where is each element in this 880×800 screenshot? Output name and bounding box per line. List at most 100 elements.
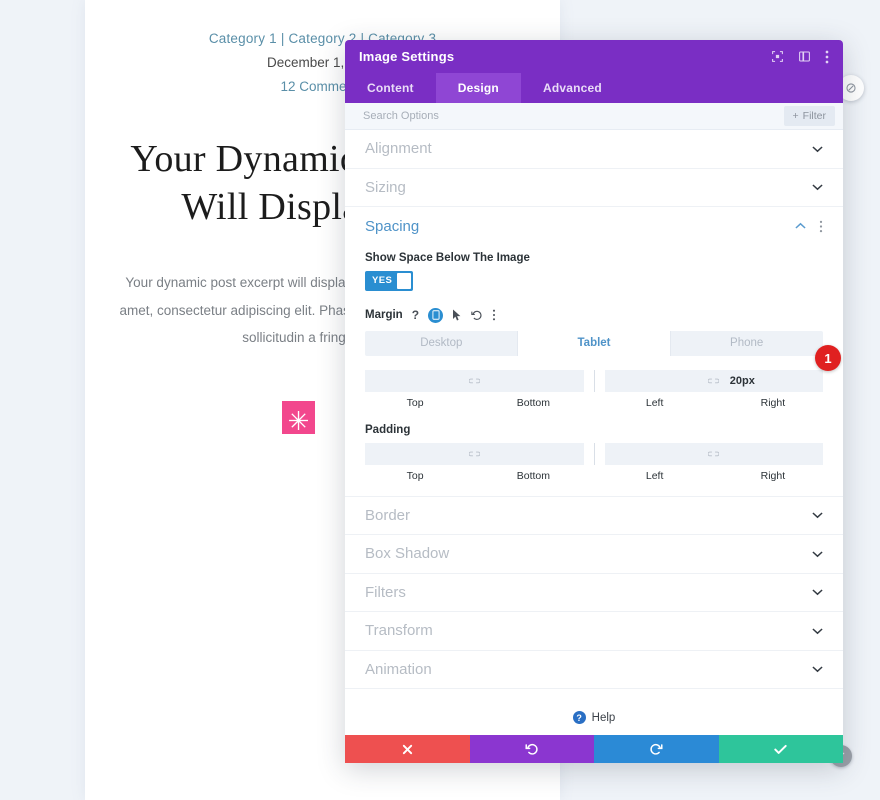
modal-footer — [345, 735, 843, 763]
padding-top-input[interactable] — [365, 442, 466, 465]
section-alignment[interactable]: Alignment — [345, 130, 843, 169]
margin-left-field: Left — [604, 369, 705, 409]
layout-icon[interactable] — [798, 50, 811, 63]
margin-top-field: Top — [365, 369, 466, 409]
section-filters-label: Filters — [365, 583, 406, 601]
padding-control: Padding Top Bottom Left Right — [365, 424, 823, 482]
margin-left-input[interactable] — [604, 369, 705, 392]
section-spacing-label: Spacing — [365, 217, 420, 235]
padding-right-input[interactable] — [722, 442, 823, 465]
padding-inputs-row: Top Bottom Left Right — [365, 442, 823, 482]
margin-left-label: Left — [645, 396, 664, 409]
section-kebab-menu-icon[interactable] — [819, 220, 823, 233]
chevron-down-icon — [812, 511, 823, 519]
help-label: Help — [591, 711, 616, 724]
section-alignment-label: Alignment — [365, 140, 432, 158]
margin-label: Margin — [365, 309, 403, 321]
section-border-label: Border — [365, 506, 411, 524]
asterisk-glyph: ✳ — [287, 405, 310, 436]
link-values-icon[interactable] — [465, 442, 484, 465]
divider — [593, 369, 595, 392]
section-transform[interactable]: Transform — [345, 612, 843, 651]
responsive-tablet-icon[interactable] — [428, 307, 444, 323]
cancel-button[interactable] — [345, 735, 470, 763]
padding-top-label: Top — [406, 469, 424, 482]
link-values-icon[interactable] — [465, 369, 484, 392]
save-button[interactable] — [718, 735, 843, 763]
padding-left-field: Left — [604, 442, 705, 482]
padding-left-right-group: Left Right — [604, 442, 823, 482]
section-box-shadow[interactable]: Box Shadow — [345, 535, 843, 574]
padding-top-bottom-group: Top Bottom — [365, 442, 584, 482]
modal-title: Image Settings — [359, 49, 455, 64]
chevron-down-icon — [812, 627, 823, 635]
margin-bottom-input[interactable] — [483, 369, 584, 392]
chevron-down-icon — [812, 145, 823, 153]
margin-top-bottom-group: Top Bottom — [365, 369, 584, 409]
padding-top-field: Top — [365, 442, 466, 482]
toggle-state-label: YES — [372, 275, 393, 286]
plus-icon: + — [792, 110, 799, 122]
margin-control-header: Margin ? — [365, 307, 823, 323]
reset-icon[interactable] — [471, 309, 483, 321]
filter-button-label: Filter — [802, 110, 826, 122]
margin-right-field: Right — [722, 369, 823, 409]
section-transform-label: Transform — [365, 622, 433, 640]
chevron-down-icon — [812, 183, 823, 191]
section-sizing-label: Sizing — [365, 178, 406, 196]
padding-bottom-input[interactable] — [483, 442, 584, 465]
margin-top-label: Top — [406, 396, 424, 409]
chevron-down-icon — [812, 550, 823, 558]
section-box-shadow-label: Box Shadow — [365, 545, 450, 563]
show-space-toggle[interactable]: YES — [365, 270, 413, 291]
margin-right-label: Right — [760, 396, 786, 409]
help-icon[interactable]: ? — [412, 308, 419, 322]
redo-button[interactable] — [594, 735, 719, 763]
chevron-up-icon[interactable] — [795, 222, 806, 230]
filter-button[interactable]: + Filter — [783, 106, 835, 126]
image-settings-modal: Image Settings Content Design Advanced S… — [345, 40, 843, 763]
help-link[interactable]: ? Help — [345, 689, 843, 734]
section-filters[interactable]: Filters — [345, 574, 843, 612]
spacing-section-body: Show Space Below The Image YES Margin ? — [345, 246, 843, 497]
padding-bottom-label: Bottom — [516, 469, 550, 482]
padding-left-label: Left — [645, 469, 664, 482]
hover-cursor-icon[interactable] — [452, 309, 462, 321]
device-tab-tablet[interactable]: Tablet — [517, 330, 671, 356]
tab-content[interactable]: Content — [345, 73, 436, 103]
chevron-down-icon — [812, 665, 823, 673]
section-sizing[interactable]: Sizing — [345, 169, 843, 207]
device-tab-phone[interactable]: Phone — [670, 331, 823, 356]
margin-left-right-group: Left Right — [604, 369, 823, 409]
device-tab-desktop[interactable]: Desktop — [365, 331, 518, 356]
margin-top-input[interactable] — [365, 369, 466, 392]
tab-advanced[interactable]: Advanced — [521, 73, 624, 103]
link-values-icon[interactable] — [704, 369, 723, 392]
margin-kebab-menu-icon[interactable] — [492, 309, 496, 321]
show-space-label: Show Space Below The Image — [365, 251, 530, 264]
padding-left-input[interactable] — [604, 442, 705, 465]
section-border[interactable]: Border — [345, 497, 843, 535]
modal-body: Alignment Sizing Spacing Show Space Belo… — [345, 130, 843, 735]
section-spacing[interactable]: Spacing — [345, 207, 843, 246]
expand-icon[interactable] — [771, 50, 784, 63]
section-animation-label: Animation — [365, 660, 432, 678]
padding-right-field: Right — [722, 442, 823, 482]
search-bar: + Filter — [345, 103, 843, 130]
help-icon: ? — [572, 711, 586, 724]
chevron-down-icon — [812, 588, 823, 596]
undo-button[interactable] — [469, 735, 594, 763]
tab-design[interactable]: Design — [435, 73, 521, 103]
kebab-menu-icon[interactable] — [825, 50, 829, 64]
section-animation[interactable]: Animation — [345, 651, 843, 689]
modal-header-actions — [771, 50, 829, 64]
padding-right-label: Right — [760, 469, 786, 482]
padding-label: Padding — [365, 423, 411, 436]
link-values-icon[interactable] — [704, 442, 723, 465]
margin-right-input[interactable] — [722, 369, 823, 392]
search-input[interactable] — [363, 110, 784, 122]
modal-header: Image Settings — [345, 40, 843, 73]
margin-bottom-label: Bottom — [516, 396, 550, 409]
margin-inputs-row: Top Bottom Left 20px Right — [365, 369, 823, 409]
divider — [593, 442, 595, 465]
